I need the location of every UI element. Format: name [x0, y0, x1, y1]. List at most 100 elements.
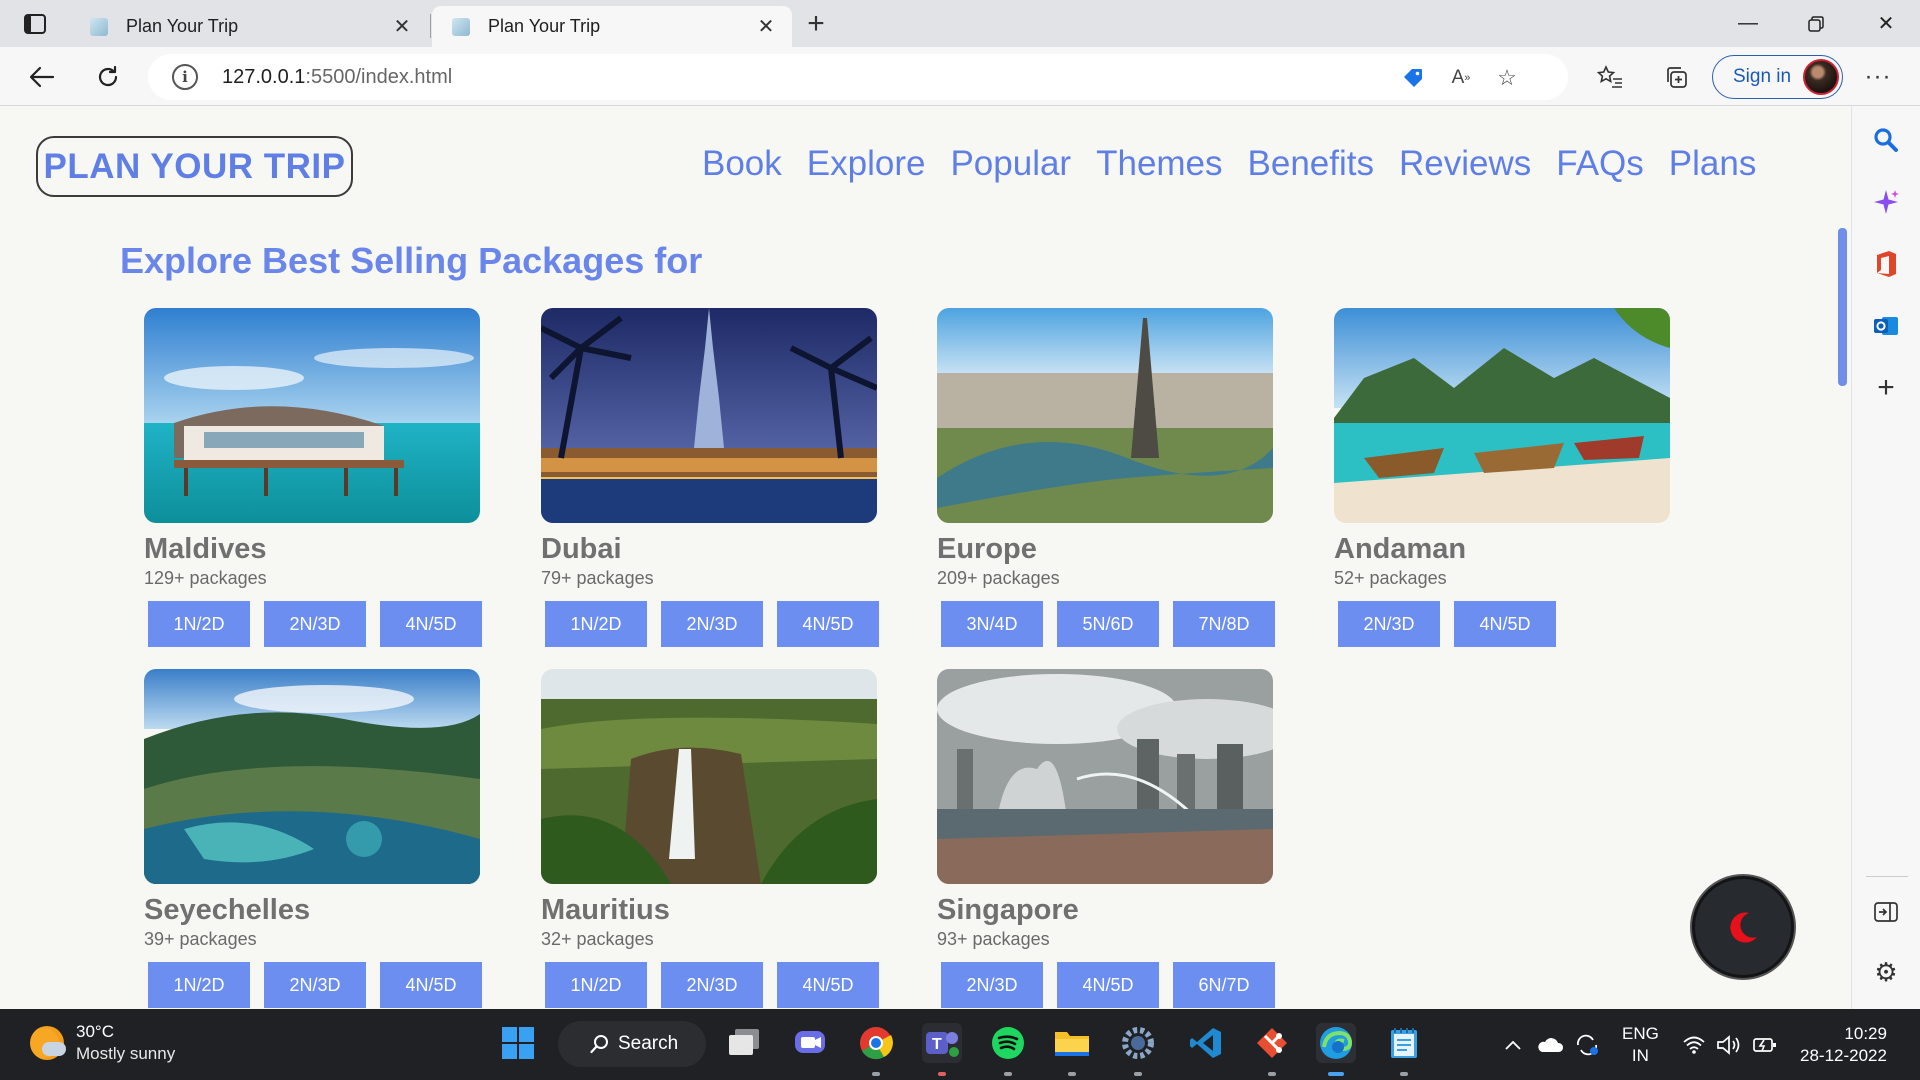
plan-button[interactable]: 3N/4D [941, 601, 1043, 647]
git-app-icon[interactable] [1252, 1023, 1292, 1063]
package-photo[interactable] [541, 308, 877, 523]
task-view-icon[interactable] [724, 1023, 764, 1063]
page-scrollbar[interactable] [1838, 228, 1847, 386]
system-clock[interactable]: 10:29 28-12-2022 [1800, 1023, 1887, 1067]
teams-running-indicator [938, 1072, 946, 1076]
plan-button[interactable]: 4N/5D [1454, 601, 1556, 647]
more-menu-icon[interactable]: ··· [1860, 59, 1896, 95]
minimize-icon[interactable]: — [1714, 0, 1782, 47]
plan-button[interactable]: 2N/3D [661, 601, 763, 647]
taskbar-search-button[interactable]: Search [558, 1021, 706, 1067]
plan-button[interactable]: 4N/5D [1057, 962, 1159, 1008]
plan-button[interactable]: 2N/3D [661, 962, 763, 1008]
dark-mode-toggle-button[interactable] [1692, 876, 1794, 978]
plan-button[interactable]: 7N/8D [1173, 601, 1275, 647]
notepad-running-indicator [1400, 1072, 1408, 1076]
package-photo[interactable] [1334, 308, 1670, 523]
coupon-tag-icon[interactable] [1398, 63, 1428, 93]
plan-button[interactable]: 4N/5D [777, 601, 879, 647]
nav-book[interactable]: Book [702, 144, 782, 184]
file-explorer-icon[interactable] [1052, 1023, 1092, 1063]
battery-icon[interactable] [1752, 1009, 1778, 1080]
package-photo[interactable] [937, 669, 1273, 884]
new-tab-icon[interactable]: + [800, 7, 832, 40]
edge-icon[interactable] [1316, 1023, 1356, 1063]
nav-benefits[interactable]: Benefits [1248, 144, 1374, 184]
spotify-icon[interactable] [988, 1023, 1028, 1063]
plan-button[interactable]: 6N/7D [1173, 962, 1275, 1008]
package-photo[interactable] [144, 308, 480, 523]
plan-button[interactable]: 4N/5D [380, 601, 482, 647]
url-path: :5500/index.html [305, 65, 453, 88]
sidebar-settings-icon[interactable]: ⚙ [1870, 956, 1902, 988]
teams-chat-icon[interactable] [790, 1023, 830, 1063]
refresh-icon[interactable] [90, 59, 126, 95]
start-icon[interactable] [498, 1023, 538, 1063]
plan-button[interactable]: 1N/2D [148, 601, 250, 647]
nav-reviews[interactable]: Reviews [1399, 144, 1531, 184]
plan-button[interactable]: 5N/6D [1057, 601, 1159, 647]
close-window-icon[interactable]: ✕ [1852, 0, 1920, 47]
clock-date: 28-12-2022 [1800, 1046, 1887, 1065]
sidebar-add-icon[interactable]: + [1870, 371, 1902, 404]
package-card: Maldives 129+ packages 1N/2D 2N/3D 4N/5D [144, 308, 484, 647]
package-photo[interactable] [144, 669, 480, 884]
onedrive-icon[interactable] [1536, 1009, 1564, 1080]
add-favorite-icon[interactable]: ☆ [1492, 63, 1522, 93]
plan-button[interactable]: 1N/2D [148, 962, 250, 1008]
plan-button[interactable]: 1N/2D [545, 962, 647, 1008]
package-photo[interactable] [937, 308, 1273, 523]
nav-explore[interactable]: Explore [807, 144, 926, 184]
package-count: 79+ packages [541, 568, 654, 588]
favorites-icon[interactable] [1592, 59, 1628, 95]
nav-faqs[interactable]: FAQs [1556, 144, 1644, 184]
package-count: 209+ packages [937, 568, 1060, 588]
sidebar-search-icon[interactable] [1870, 124, 1902, 156]
settings-app-icon[interactable] [1118, 1023, 1158, 1063]
show-hidden-icons[interactable] [1504, 1009, 1522, 1080]
sidebar-discover-icon[interactable] [1870, 186, 1902, 218]
plan-button[interactable]: 2N/3D [941, 962, 1043, 1008]
restore-icon[interactable] [1782, 0, 1850, 47]
partly-sunny-icon [30, 1026, 66, 1060]
sidebar-hide-icon[interactable] [1870, 896, 1902, 928]
tab-close-icon[interactable]: ✕ [754, 14, 778, 39]
site-info-icon[interactable]: i [172, 64, 198, 90]
volume-icon[interactable] [1716, 1009, 1742, 1080]
sidebar-office-icon[interactable] [1870, 248, 1902, 280]
url-field[interactable]: i 127.0.0.1:5500/index.html A» ☆ [148, 54, 1568, 100]
vscode-icon[interactable] [1186, 1023, 1226, 1063]
taskbar-search-label: Search [618, 1033, 679, 1054]
tab-close-icon[interactable]: ✕ [390, 14, 414, 39]
plan-button[interactable]: 4N/5D [380, 962, 482, 1008]
read-aloud-icon[interactable]: A» [1446, 63, 1476, 93]
package-photo[interactable] [541, 669, 877, 884]
plan-button[interactable]: 2N/3D [1338, 601, 1440, 647]
tab-active[interactable]: Plan Your Trip ✕ [432, 6, 792, 47]
input-language[interactable]: ENG IN [1622, 1023, 1659, 1067]
plan-button[interactable]: 1N/2D [545, 601, 647, 647]
tab-inactive[interactable]: Plan Your Trip ✕ [70, 6, 428, 47]
moon-icon [1730, 912, 1757, 943]
plan-buttons: 3N/4D 5N/6D 7N/8D [937, 601, 1277, 647]
sidebar-outlook-icon[interactable] [1870, 310, 1902, 342]
chrome-icon[interactable] [856, 1023, 896, 1063]
sync-icon[interactable] [1574, 1009, 1600, 1080]
plan-buttons: 2N/3D 4N/5D [1334, 601, 1674, 647]
nav-popular[interactable]: Popular [950, 144, 1071, 184]
plan-button[interactable]: 4N/5D [777, 962, 879, 1008]
wifi-icon[interactable] [1682, 1009, 1706, 1080]
nav-plans[interactable]: Plans [1669, 144, 1757, 184]
teams-icon[interactable]: T [922, 1023, 962, 1063]
nav-themes[interactable]: Themes [1096, 144, 1222, 184]
edge-active-indicator [1328, 1072, 1344, 1076]
plan-button[interactable]: 2N/3D [264, 601, 366, 647]
collections-icon[interactable] [1658, 59, 1694, 95]
weather-widget[interactable]: 30°C Mostly sunny [30, 1021, 175, 1065]
sign-in-button[interactable]: Sign in [1712, 55, 1843, 99]
back-icon[interactable] [24, 59, 60, 95]
site-logo[interactable]: PLAN YOUR TRIP [36, 136, 353, 197]
plan-button[interactable]: 2N/3D [264, 962, 366, 1008]
notepad-icon[interactable] [1384, 1023, 1424, 1063]
tab-actions-icon[interactable] [20, 10, 50, 38]
